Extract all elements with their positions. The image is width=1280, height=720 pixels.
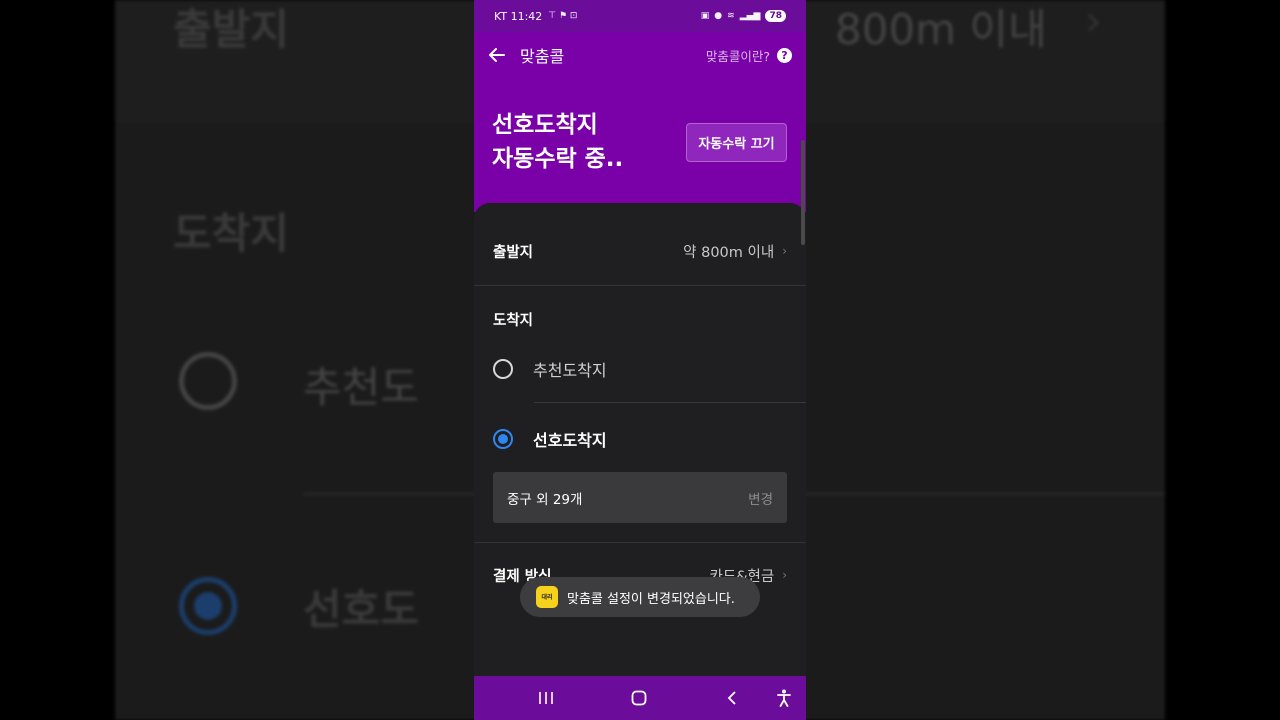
- system-nav-bar: [474, 676, 806, 720]
- cast-icon: ▣: [700, 11, 710, 21]
- divider: [474, 285, 806, 286]
- accessibility-icon[interactable]: [764, 676, 804, 720]
- phone-screen: KT 11:42 ⊤ ⚑ ⊡ ▣ ● ≋ ▂▄▆ 78 맞춤콜 맞춤콜이란? ?…: [474, 0, 806, 720]
- hero-line-2: 자동수락 중..: [492, 146, 624, 172]
- option-preferred-label: 선호도착지: [533, 431, 607, 450]
- question-icon: ?: [777, 47, 792, 63]
- option-recommended[interactable]: 추천도착지: [493, 357, 607, 381]
- chevron-right-icon: ›: [782, 568, 787, 582]
- destination-title: 도착지: [493, 313, 534, 329]
- battery-icon: 78: [765, 10, 786, 22]
- location-icon: ●: [714, 11, 723, 21]
- top-nav: 맞춤콜 맞춤콜이란? ?: [474, 32, 806, 78]
- background-origin-value: 800m 이내: [835, 5, 1047, 54]
- background-option-1: 추천도: [303, 363, 419, 412]
- back-arrow-icon[interactable]: [488, 46, 506, 64]
- divider: [534, 402, 806, 403]
- carrier-time: KT 11:42: [494, 9, 543, 23]
- notification-icons: ⊤ ⚑ ⊡: [548, 11, 578, 21]
- change-button[interactable]: 변경: [748, 488, 773, 508]
- radio-selected-icon: [493, 429, 513, 449]
- preferred-destinations-box[interactable]: 중구 외 29개 변경: [493, 472, 787, 523]
- chevron-right-icon: ›: [782, 244, 787, 258]
- help-label: 맞춤콜이란?: [705, 48, 770, 64]
- background-dest-title: 도착지: [173, 209, 289, 258]
- background-radio-off: [179, 352, 237, 410]
- back-icon[interactable]: [712, 676, 752, 720]
- status-bar: KT 11:42 ⊤ ⚑ ⊡ ▣ ● ≋ ▂▄▆ 78: [474, 0, 806, 32]
- origin-label: 출발지: [493, 244, 534, 261]
- background-origin-label: 출발지: [173, 5, 289, 54]
- header: 맞춤콜 맞춤콜이란? ? 선호도착지 자동수락 중.. 자동수락 끄기: [474, 32, 806, 212]
- destinations-summary: 중구 외 29개: [507, 491, 583, 508]
- background-option-2: 선호도: [303, 585, 419, 634]
- origin-value: 약 800m 이내: [683, 244, 775, 261]
- option-preferred[interactable]: 선호도착지: [493, 427, 607, 451]
- wifi-icon: ≋: [727, 11, 735, 21]
- signal-icon: ▂▄▆: [739, 11, 761, 21]
- background-chevron: ›: [1085, 0, 1102, 45]
- toast: 대리 맞춤콜 설정이 변경되었습니다.: [520, 577, 760, 617]
- home-icon[interactable]: [619, 676, 659, 720]
- background-radio-on: [179, 577, 237, 635]
- option-recommended-label: 추천도착지: [533, 361, 607, 380]
- divider: [474, 542, 806, 543]
- page-title: 맞춤콜: [520, 47, 565, 66]
- hero-status: 선호도착지 자동수락 중..: [492, 108, 623, 176]
- auto-accept-off-button[interactable]: 자동수락 끄기: [686, 123, 787, 162]
- hero-line-1: 선호도착지: [492, 112, 598, 138]
- help-link[interactable]: 맞춤콜이란? ?: [706, 46, 792, 65]
- toast-message: 맞춤콜 설정이 변경되었습니다.: [567, 591, 735, 607]
- radio-unselected-icon: [493, 359, 513, 379]
- recent-apps-icon[interactable]: [526, 676, 566, 720]
- app-logo-icon: 대리: [536, 586, 558, 608]
- origin-row[interactable]: 출발지 약 800m 이내 ›: [474, 223, 806, 279]
- scroll-indicator: [801, 140, 805, 245]
